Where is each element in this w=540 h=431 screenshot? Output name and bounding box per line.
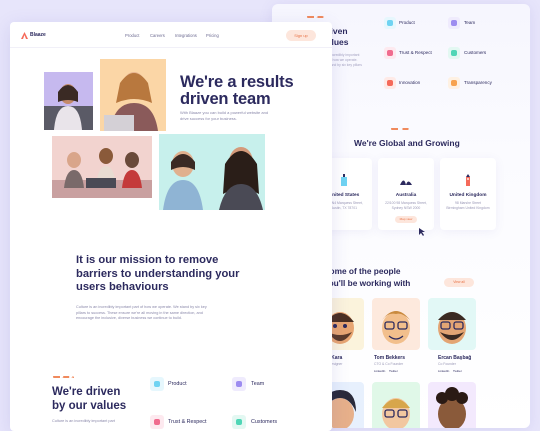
- nav-link-integrations[interactable]: Integrations: [175, 33, 197, 38]
- avatar: [372, 298, 420, 350]
- value-product: Product: [399, 20, 415, 25]
- mission-title: It is our mission to remove barriers to …: [76, 254, 240, 293]
- linkedin-link[interactable]: LinkedIn: [374, 369, 385, 373]
- signup-button[interactable]: Sign up: [286, 30, 316, 41]
- brand-name: Blaaze: [30, 32, 46, 38]
- team-photo: [100, 59, 166, 131]
- nav-link-pricing[interactable]: Pricing: [206, 33, 219, 38]
- value-trust: Trust & Respect: [168, 419, 207, 425]
- global-title: We're Global and Growing: [354, 138, 460, 148]
- nav-link-careers[interactable]: Careers: [150, 33, 165, 38]
- top-nav: Blaaze Product Careers Integrations Pric…: [10, 22, 332, 48]
- product-icon: [150, 377, 164, 391]
- team-icon: [232, 377, 246, 391]
- team-photo: [159, 134, 265, 210]
- value-customers: Customers: [464, 50, 487, 55]
- values-body: Culture is an incredibly important part: [52, 419, 115, 423]
- values-title: We're driven by our values: [52, 386, 127, 412]
- location-card-uk: United Kingdom 98 Marshe Street Birmingh…: [440, 158, 496, 230]
- value-trust: Trust & Respect: [399, 50, 432, 55]
- logo-icon: [21, 32, 28, 39]
- hero-title: We're a results driven team: [180, 73, 294, 108]
- team-photo: [44, 72, 93, 130]
- hero-intro: With Blaaze you can build a powerful web…: [180, 110, 269, 121]
- team-photo: [52, 136, 152, 198]
- twitter-link[interactable]: Twitter: [389, 369, 398, 373]
- avatar: [428, 298, 476, 350]
- innovation-icon: [384, 77, 396, 89]
- product-icon: [384, 17, 396, 29]
- squiggle-decoration: [306, 16, 324, 20]
- view-all-button[interactable]: View all: [444, 278, 474, 287]
- map-view-button[interactable]: Map view: [395, 216, 417, 223]
- heart-icon: [384, 47, 396, 59]
- person-role: Co Founder: [438, 362, 456, 366]
- linkedin-link[interactable]: LinkedIn: [438, 369, 449, 373]
- squiggle-decoration: [390, 128, 410, 132]
- heart-icon: [150, 415, 164, 429]
- nav-link-product[interactable]: Product: [125, 33, 139, 38]
- value-product: Product: [168, 381, 187, 387]
- person-role: CTO & Co Founder: [374, 362, 404, 366]
- big-ben-icon: [466, 174, 470, 186]
- avatar: [372, 382, 420, 428]
- cursor-icon: [419, 228, 425, 236]
- customers-icon: [448, 47, 460, 59]
- people-title: Some of the people you'll be working wit…: [324, 266, 411, 288]
- transparency-icon: [448, 77, 460, 89]
- value-innovation: Innovation: [399, 80, 421, 85]
- squiggle-decoration: [52, 376, 74, 380]
- value-team: Team: [251, 381, 265, 387]
- mission-body: Culture is an incredibly important part …: [76, 305, 207, 321]
- value-transparency: Transparency: [464, 80, 492, 85]
- building-icon: [341, 174, 347, 186]
- front-page: Blaaze Product Careers Integrations Pric…: [10, 22, 332, 431]
- person-name: Tom Bekkers: [374, 355, 406, 361]
- avatar: [428, 382, 476, 428]
- opera-house-icon: [400, 180, 412, 185]
- value-team: Team: [464, 20, 476, 25]
- location-card-australia: Australia 22/100 98 Marquess Street, Syd…: [378, 158, 434, 230]
- value-customers: Customers: [251, 419, 278, 425]
- person-name: Ercan Başbağ: [438, 355, 472, 361]
- team-icon: [448, 17, 460, 29]
- twitter-link[interactable]: Twitter: [453, 369, 462, 373]
- customers-icon: [232, 415, 246, 429]
